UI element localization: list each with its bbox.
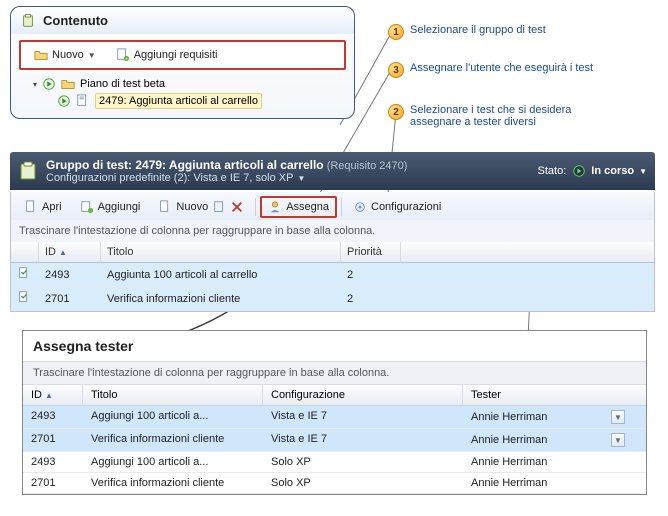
open-button[interactable]: Apri — [17, 197, 69, 217]
cell-priority: 2 — [341, 266, 401, 284]
play-icon — [572, 164, 586, 178]
cell-config: Vista e IE 7 — [263, 406, 463, 428]
test-icon — [17, 266, 31, 280]
sort-asc-icon: ▲ — [45, 391, 53, 400]
table-row[interactable]: 2701Verifica informazioni clienteSolo XP… — [23, 473, 646, 494]
suite-req: (Requisito 2470) — [327, 160, 408, 172]
cell-tester[interactable]: Annie Herriman — [463, 452, 633, 472]
cell-id: 2493 — [39, 266, 101, 284]
cell-priority: 2 — [341, 290, 401, 308]
cell-config: Solo XP — [263, 452, 463, 472]
content-toolbar: Nuovo ▼ + Aggiungi requisiti — [19, 40, 346, 70]
tree-suite-row[interactable]: 2479: Aggiunta articoli al carrello — [19, 92, 346, 110]
state-dropdown[interactable]: In corso ▼ — [572, 164, 647, 178]
dropdown-toggle[interactable]: ▼ — [611, 410, 625, 424]
chevron-down-icon: ▼ — [639, 167, 647, 176]
col-title[interactable]: Titolo — [101, 242, 341, 262]
col-priority[interactable]: Priorità — [341, 242, 401, 262]
callout-3: 3 Assegnare l'utente che eseguirà i test — [388, 62, 593, 78]
cell-tester[interactable]: Annie Herriman▼ — [463, 406, 633, 428]
expander-icon[interactable]: ▾ — [33, 80, 37, 89]
clipboard-icon — [21, 14, 35, 28]
table-row[interactable]: 2701Verifica informazioni clienteVista e… — [23, 429, 646, 452]
table-row[interactable]: 2493Aggiungi 100 articoli a...Vista e IE… — [23, 406, 646, 429]
dlg-col-tester[interactable]: Tester — [463, 385, 633, 405]
play-icon — [57, 94, 71, 108]
sort-asc-icon: ▲ — [59, 248, 67, 257]
cell-tester[interactable]: Annie Herriman — [463, 473, 633, 493]
tree: ▾ Piano di test beta 2479: Aggiunta arti… — [19, 76, 346, 110]
callout-2: 2 Selezionare i test che si desidera ass… — [388, 104, 571, 128]
test-icon — [17, 290, 31, 304]
tree-suite-label: 2479: Aggiunta articoli al carrello — [95, 93, 262, 109]
delete-icon[interactable] — [230, 200, 244, 214]
cell-title: Verifica informazioni cliente — [101, 290, 341, 308]
grid-header-row: ID▲ Titolo Priorità — [11, 242, 654, 263]
state-label: Stato: — [538, 165, 567, 177]
add-requirements-button[interactable]: + Aggiungi requisiti — [109, 45, 225, 65]
dlg-col-title[interactable]: Titolo — [83, 385, 263, 405]
play-icon — [42, 77, 56, 91]
cell-config: Vista e IE 7 — [263, 429, 463, 451]
assign-button[interactable]: Assegna — [260, 196, 337, 218]
cell-title: Verifica informazioni cliente — [83, 473, 263, 493]
dialog-group-hint: Trascinare l'intestazione di colonna per… — [23, 361, 646, 385]
cell-title: Verifica informazioni cliente — [83, 429, 263, 451]
document-icon — [24, 200, 38, 214]
requirement-icon — [76, 94, 90, 108]
badge-3: 3 — [388, 62, 404, 78]
svg-text:+: + — [125, 56, 128, 61]
cell-id: 2701 — [23, 429, 83, 451]
tree-plan-row[interactable]: ▾ Piano di test beta — [19, 76, 346, 92]
new-button[interactable]: Nuovo ▼ — [27, 45, 103, 65]
badge-1: 1 — [388, 24, 404, 40]
col-id[interactable]: ID▲ — [39, 242, 101, 262]
cell-id: 2701 — [23, 473, 83, 493]
dlg-col-config[interactable]: Configurazione — [263, 385, 463, 405]
folder-icon — [34, 48, 48, 62]
clipboard-icon — [18, 161, 38, 181]
suite-header: Gruppo di test: 2479: Aggiunta articoli … — [10, 152, 655, 190]
add-test-icon — [80, 200, 94, 214]
tree-plan-label: Piano di test beta — [80, 78, 165, 90]
new-doc-icon — [158, 200, 172, 214]
dialog-title: Assegna tester — [23, 331, 646, 361]
cell-id: 2701 — [39, 290, 101, 308]
cell-title: Aggiunta 100 articoli al carrello — [101, 266, 341, 284]
config-line: Configurazioni predefinite (2): Vista e … — [46, 172, 293, 184]
callout-1: 1 Selezionare il gruppo di test — [388, 24, 546, 40]
cell-title: Aggiungi 100 articoli a... — [83, 452, 263, 472]
action-toolbar: Apri Aggiungi Nuovo Assegna Configurazio… — [10, 192, 655, 223]
page-icon — [212, 200, 226, 214]
chevron-down-icon: ▼ — [88, 51, 96, 60]
chevron-down-icon[interactable]: ▼ — [297, 174, 305, 183]
configurations-button[interactable]: Configurazioni — [346, 197, 448, 217]
table-row[interactable]: 2701Verifica informazioni cliente2 — [11, 287, 654, 311]
folder-icon — [61, 77, 75, 91]
gear-icon — [353, 200, 367, 214]
cell-id: 2493 — [23, 452, 83, 472]
table-row[interactable]: 2493Aggiungi 100 articoli a...Solo XPAnn… — [23, 452, 646, 473]
cell-config: Solo XP — [263, 473, 463, 493]
dialog-header-row: ID▲ Titolo Configurazione Tester — [23, 385, 646, 406]
user-icon — [268, 200, 282, 214]
content-header: Contenuto — [11, 7, 354, 34]
dlg-col-id[interactable]: ID▲ — [23, 385, 83, 405]
content-title: Contenuto — [43, 13, 108, 28]
cell-title: Aggiungi 100 articoli a... — [83, 406, 263, 428]
group-hint: Trascinare l'intestazione di colonna per… — [10, 220, 655, 243]
requirement-icon: + — [116, 48, 130, 62]
assign-tester-dialog: Assegna tester Trascinare l'intestazione… — [22, 330, 647, 495]
dropdown-toggle[interactable]: ▼ — [611, 433, 625, 447]
cell-tester[interactable]: Annie Herriman▼ — [463, 429, 633, 451]
table-row[interactable]: 2493Aggiunta 100 articoli al carrello2 — [11, 263, 654, 287]
new-test-button[interactable]: Nuovo — [151, 197, 251, 217]
tests-grid: ID▲ Titolo Priorità 2493Aggiunta 100 art… — [10, 242, 655, 312]
badge-2: 2 — [388, 104, 404, 120]
content-panel: Contenuto Nuovo ▼ + Aggiungi requisiti ▾… — [10, 6, 355, 119]
cell-id: 2493 — [23, 406, 83, 428]
add-button[interactable]: Aggiungi — [73, 197, 148, 217]
